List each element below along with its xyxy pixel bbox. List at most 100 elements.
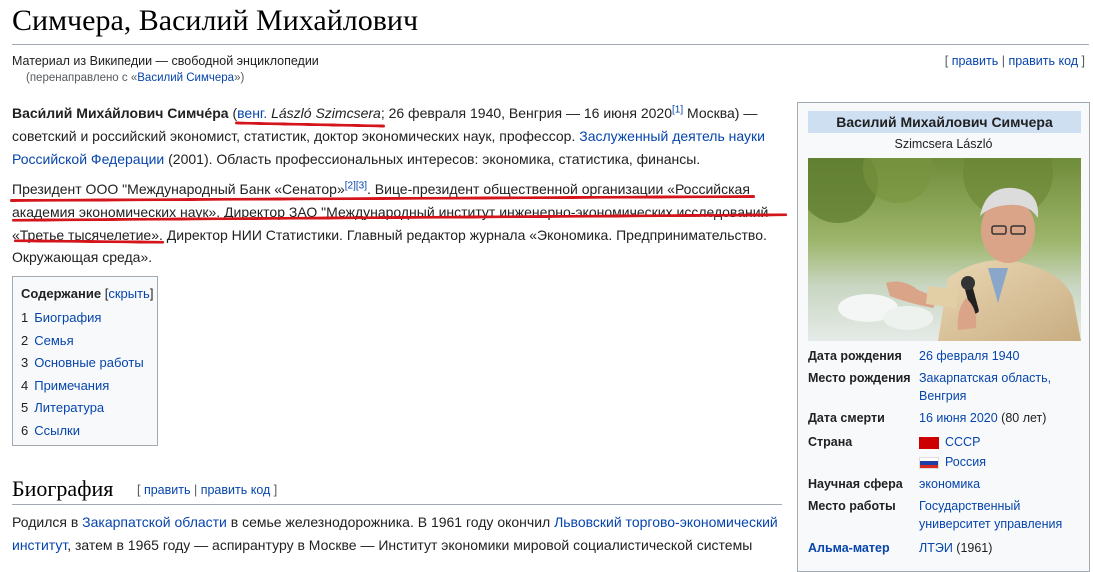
portrait-photo[interactable] (808, 158, 1081, 341)
toc-item-biography[interactable]: 1 Биография (21, 307, 144, 330)
country-ussr-link[interactable]: СССР (945, 435, 980, 449)
redirect-prefix: (перенаправлено с « (26, 72, 138, 84)
toc-num: 6 (21, 422, 29, 438)
ref-3[interactable]: [3] (356, 180, 367, 191)
bio-text-3: , затем в 1965 году — аспирантуру в Моск… (67, 536, 753, 553)
edit-separator: | (190, 483, 201, 497)
infobox-row-birth-date: Дата рождения 26 февраля 1940 (808, 347, 1083, 369)
edit-code-link[interactable]: править код (1008, 54, 1078, 68)
birth-place-link[interactable]: Закарпатская область, Венгрия (919, 371, 1051, 403)
toc-link[interactable]: Биография (34, 310, 101, 325)
toc-title: Содержание [скрыть] (21, 286, 153, 301)
biography-paragraph: Родился в Закарпатской области в семье ж… (12, 511, 787, 557)
paren-open: ( (228, 105, 238, 121)
alma-mater-year: (1961) (952, 541, 993, 555)
row-label: Альма-матер (808, 539, 918, 557)
redirect-link[interactable]: Василий Симчера (137, 72, 234, 84)
row-value: Закарпатская область, Венгрия (919, 369, 1083, 405)
title-divider (12, 44, 1089, 45)
intro-paragraph: Васи́лий Миха́йлович Симче́ра (венг. Lás… (12, 102, 782, 170)
intro-text-2: (2001). Область профессиональных интерес… (164, 150, 701, 167)
row-label: Дата рождения (808, 349, 902, 363)
site-subtitle: Материал из Википедии — свободной энцикл… (12, 54, 319, 68)
section-edit-link[interactable]: править (144, 483, 191, 497)
hungarian-name: László Szimcsera (271, 105, 381, 121)
toc-num: 4 (21, 377, 29, 393)
birth-date-link[interactable]: 26 февраля 1940 (919, 349, 1020, 363)
section-divider (12, 504, 782, 505)
infobox: Василий Михайлович Симчера Szimcsera Lás… (797, 102, 1090, 572)
toc-item-works[interactable]: 3 Основные работы (21, 352, 144, 375)
infobox-row-death-date: Дата смерти 16 июня 2020 (80 лет) (808, 409, 1083, 431)
toc-link[interactable]: Семья (34, 333, 73, 348)
field-link[interactable]: экономика (919, 477, 980, 491)
infobox-row-workplace: Место работы Государственный университет… (808, 497, 1083, 537)
positions-paragraph: Президент ООО "Международный Банк «Сенат… (12, 178, 782, 269)
toc-link[interactable]: Примечания (34, 378, 109, 393)
age-note: (80 лет) (997, 411, 1047, 425)
toc-list: 1 Биография 2 Семья 3 Основные работы 4 Прим… (21, 307, 144, 443)
toc-num: 3 (21, 355, 29, 371)
redirect-note: (перенаправлено с «Василий Симчера») (26, 72, 244, 84)
section-heading-biography: Биография (12, 476, 114, 501)
ussr-flag-icon (919, 436, 939, 449)
toc-num: 2 (21, 332, 29, 348)
infobox-row-alma-mater: Альма-матер ЛТЭИ (1961) (808, 539, 1083, 561)
row-label: Страна (808, 435, 853, 449)
president-text: Президент ООО "Международный Банк «Сенат… (12, 181, 345, 197)
toc-item-family[interactable]: 2 Семья (21, 330, 144, 353)
region-link[interactable]: Закарпатской области (82, 514, 227, 530)
row-label: Место рождения (808, 371, 911, 385)
row-value: ЛТЭИ (1961) (919, 539, 1083, 557)
alma-mater-label-link[interactable]: Альма-матер (808, 541, 890, 555)
redirect-suffix: ») (234, 72, 245, 84)
row-value: СССР Россия (919, 433, 1083, 471)
person-name: Васи́лий Миха́йлович Симче́ра (12, 105, 229, 121)
bio-text: Родился в (12, 514, 83, 530)
toc-item-literature[interactable]: 5 Литература (21, 397, 144, 420)
death-date-link[interactable]: 16 июня 2020 (919, 411, 998, 425)
edit-link[interactable]: править (952, 54, 999, 68)
ref-1[interactable]: [1] (672, 104, 683, 115)
birth-death-text: ; 26 февраля 1940, Венгрия — 16 июня 202… (380, 105, 672, 121)
row-value: 16 июня 2020 (80 лет) (919, 409, 1083, 427)
workplace-link[interactable]: Государственный университет управления (919, 499, 1062, 531)
edit-bracket-close: ] (270, 483, 278, 497)
row-value: экономика (919, 475, 1083, 493)
table-of-contents: Содержание [скрыть] 1 Биография 2 Семья 3О… (12, 276, 158, 446)
section-edit-links: [ править | править код ] (137, 483, 277, 497)
bio-text-2: в семье железнодорожника. В 1961 году ок… (226, 514, 555, 530)
country-russia-link[interactable]: Россия (945, 455, 986, 469)
infobox-heading: Василий Михайлович Симчера (808, 111, 1081, 133)
row-value: 26 февраля 1940 (919, 347, 1083, 365)
page-title: Симчера, Василий Михайлович (12, 4, 419, 37)
toc-num: 1 (21, 310, 29, 325)
infobox-subname: Szimcsera László (894, 137, 993, 151)
row-label: Научная сфера (808, 477, 903, 491)
hungarian-lang-link[interactable]: венг. (237, 105, 267, 121)
page-edit-links: [ править | править код ] (945, 54, 1085, 68)
toc-item-notes[interactable]: 4 Примечания (21, 375, 144, 398)
toc-item-links[interactable]: 6 Ссылки (21, 420, 144, 443)
row-value: Государственный университет управления (919, 497, 1083, 533)
toc-heading: Содержание (21, 286, 102, 301)
row-label: Дата смерти (808, 411, 885, 425)
toc-link[interactable]: Основные работы (34, 355, 143, 370)
toc-link[interactable]: Литература (34, 400, 104, 415)
edit-bracket-close: ] (1078, 54, 1085, 68)
alma-mater-link[interactable]: ЛТЭИ (919, 541, 953, 555)
russia-flag-icon (919, 456, 939, 469)
edit-separator: | (998, 54, 1009, 68)
ref-2[interactable]: [2] (345, 180, 356, 191)
edit-bracket-open: [ (137, 483, 144, 497)
toc-link[interactable]: Ссылки (34, 423, 80, 438)
toc-num: 5 (21, 400, 29, 416)
infobox-row-birth-place: Место рождения Закарпатская область, Вен… (808, 369, 1083, 409)
row-label: Место работы (808, 499, 896, 513)
toc-hide-toggle[interactable]: скрыть (108, 286, 150, 301)
section-edit-code-link[interactable]: править код (201, 483, 271, 497)
portrait-photo-image (808, 158, 1081, 341)
toc-toggle-bracket-close: ] (149, 286, 154, 301)
edit-bracket-open: [ (944, 54, 952, 68)
infobox-row-field: Научная сфера экономика (808, 475, 1083, 497)
